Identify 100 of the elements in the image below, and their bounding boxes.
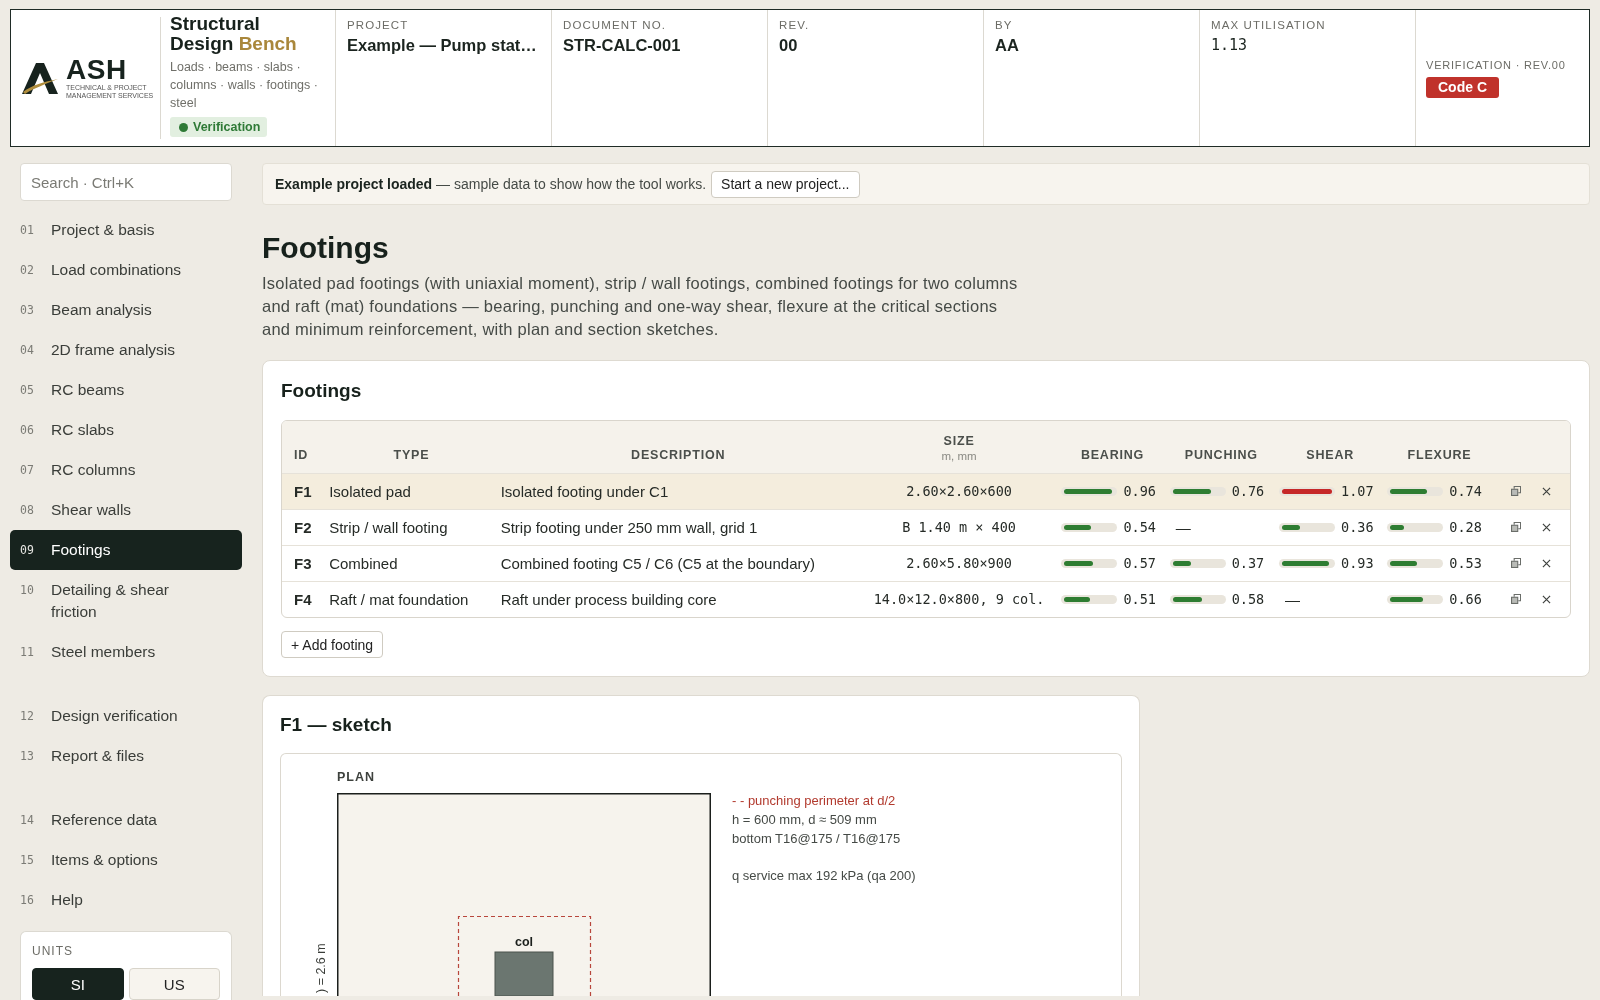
utilisation-value: 0.36 bbox=[1341, 519, 1374, 535]
table-cell: Combined bbox=[326, 545, 497, 581]
app-title: Structural Design Bench bbox=[170, 14, 298, 54]
utilisation-value: 0.51 bbox=[1123, 591, 1156, 608]
nav-item[interactable]: 15 Items & options bbox=[10, 840, 242, 880]
column-header: DESCRIPTION bbox=[630, 446, 727, 463]
footing-row[interactable]: F2 Strip / wall footing Strip footing under 250 mm wall, grid 1 B 1.40 m × 400 0.54 — 0.36 0.28 bbox=[282, 509, 1570, 545]
nav-item[interactable]: 10 Detailing & shear friction bbox=[10, 570, 242, 632]
nav-item[interactable]: 01 Project & basis bbox=[10, 210, 242, 250]
utilisation-value: 0.66 bbox=[1449, 591, 1482, 608]
table-cell: F2 bbox=[282, 509, 327, 545]
utilisation-value: 0.28 bbox=[1449, 519, 1482, 535]
column-label: col bbox=[514, 935, 534, 949]
utilisation-value: 0.58 bbox=[1231, 591, 1265, 608]
app-subtitle: Loads · beams · slabs · columns · walls · footings · steel bbox=[170, 59, 318, 112]
nav-item[interactable]: 13 Report & files bbox=[10, 736, 242, 776]
column-header: SIZE bbox=[942, 432, 976, 449]
table-cell: F4 bbox=[282, 581, 327, 617]
table-cell: 2.60×5.80×900 bbox=[859, 545, 1059, 581]
footing-row[interactable]: F1 Isolated pad Isolated footing under C1 2.60×2.60×600 0.96 0.76 1.07 0.74 bbox=[282, 473, 1570, 509]
verification-code-badge: Code C bbox=[1426, 77, 1499, 98]
logo-mark-icon bbox=[22, 62, 58, 94]
field-value: 1.13 bbox=[1211, 35, 1249, 55]
add-footing-button[interactable]: + Add footing bbox=[281, 631, 384, 658]
utilisation-value: 1.07 bbox=[1341, 483, 1374, 499]
table-cell: Isolated pad bbox=[326, 473, 497, 509]
table-cell: Combined footing C5 / C6 (C5 at the boundary) bbox=[496, 545, 860, 581]
column-header: PUNCHING bbox=[1183, 446, 1259, 463]
nav-item[interactable]: 05 RC beams bbox=[10, 370, 242, 410]
close-icon[interactable] bbox=[1541, 522, 1551, 532]
field-value: 00 bbox=[779, 35, 799, 55]
nav-item[interactable]: 14 Reference data bbox=[10, 800, 242, 840]
sketch-note: h = 600 mm, d ≈ 509 mm bbox=[732, 811, 878, 829]
dimension-label: ) = 2.6 m bbox=[314, 943, 328, 993]
field-value: STR-CALC-001 bbox=[563, 35, 682, 55]
nav-item[interactable]: 11 Steel members bbox=[10, 632, 242, 672]
table-cell: 14.0×12.0×800, 9 col. bbox=[859, 581, 1059, 617]
table-cell: 2.60×2.60×600 bbox=[859, 473, 1059, 509]
card-title: F1 — sketch bbox=[280, 713, 393, 737]
nav-item[interactable]: 07 RC columns bbox=[10, 450, 242, 490]
nav-item[interactable]: 04 2D frame analysis bbox=[10, 330, 242, 370]
unit-option[interactable]: SI bbox=[32, 968, 124, 1000]
nav-item[interactable]: 08 Shear walls bbox=[10, 490, 242, 530]
column-header: FLEXURE bbox=[1406, 446, 1473, 463]
table-cell: Raft / mat foundation bbox=[326, 581, 497, 617]
nav-item[interactable]: 03 Beam analysis bbox=[10, 290, 242, 330]
nav-item[interactable]: 09 Footings bbox=[10, 530, 242, 570]
column-header: SHEAR bbox=[1305, 446, 1356, 463]
status-label: Verification bbox=[193, 120, 261, 134]
footing-row[interactable]: F3 Combined Combined footing C5 / C6 (C5 at the boundary) 2.60×5.80×900 0.57 0.37 0.93 0.53 bbox=[282, 545, 1570, 581]
table-cell: Strip / wall footing bbox=[326, 509, 497, 545]
sketch-note: bottom T16@175 / T16@175 bbox=[732, 830, 902, 848]
column-unit: m, mm bbox=[940, 448, 978, 463]
copy-icon[interactable] bbox=[1510, 558, 1521, 568]
utilisation-value: 0.53 bbox=[1449, 555, 1482, 571]
field-label: MAX UTILISATION bbox=[1211, 18, 1327, 32]
utilisation-value: 0.74 bbox=[1449, 483, 1482, 499]
nav-item[interactable]: 16 Help bbox=[10, 880, 242, 920]
table-cell: B 1.40 m × 400 bbox=[859, 509, 1059, 545]
utilisation-value: 0.93 bbox=[1341, 555, 1374, 571]
nav-item[interactable]: 02 Load combinations bbox=[10, 250, 242, 290]
field-label: REV. bbox=[779, 18, 811, 32]
close-icon[interactable] bbox=[1541, 486, 1551, 496]
utilisation-value: 0.37 bbox=[1231, 555, 1265, 571]
table-cell: Isolated footing under C1 bbox=[496, 473, 860, 509]
field-label: BY bbox=[995, 18, 1014, 32]
copy-icon[interactable] bbox=[1510, 594, 1521, 605]
search-field[interactable]: Search · Ctrl+K bbox=[20, 163, 232, 201]
empty-value: — bbox=[1175, 518, 1191, 536]
page-description: Isolated pad footings (with uniaxial moment), strip / wall footings, combined footings for two columns and raft (mat) foundations — bearing, punching and one-way shear, flexure at the critical sections and minimum reinforcement, with plan and section sketches. bbox=[262, 273, 1019, 340]
utilisation-value: 0.57 bbox=[1123, 555, 1156, 571]
card-title: Footings bbox=[281, 379, 363, 403]
utilisation-value: 0.76 bbox=[1231, 483, 1265, 499]
units-label: UNITS bbox=[32, 943, 74, 959]
table-cell: F3 bbox=[282, 545, 327, 581]
close-icon[interactable] bbox=[1541, 558, 1551, 568]
utilisation-value: 0.54 bbox=[1123, 519, 1156, 535]
column-header: TYPE bbox=[392, 446, 431, 463]
plan-label: PLAN bbox=[337, 770, 377, 785]
unit-option[interactable]: US bbox=[128, 968, 220, 1000]
close-icon[interactable] bbox=[1541, 594, 1551, 604]
nav-item[interactable]: 12 Design verification bbox=[10, 696, 242, 736]
field-label: DOCUMENT NO. bbox=[563, 18, 668, 32]
utilisation-value: 0.96 bbox=[1123, 483, 1156, 499]
legend-text: - - punching perimeter at d/2 bbox=[732, 792, 897, 810]
field-value: AA bbox=[995, 35, 1020, 55]
column-header: BEARING bbox=[1079, 446, 1146, 463]
table-cell: Strip footing under 250 mm wall, grid 1 bbox=[496, 509, 860, 545]
nav-item[interactable]: 06 RC slabs bbox=[10, 410, 242, 450]
field-label: PROJECT bbox=[347, 18, 410, 32]
copy-icon[interactable] bbox=[1510, 486, 1521, 496]
verification-label: VERIFICATION · REV.00 bbox=[1426, 58, 1567, 72]
table-cell: F1 bbox=[282, 473, 327, 509]
table-cell: Raft under process building core bbox=[496, 581, 860, 617]
empty-value: — bbox=[1285, 590, 1301, 608]
sketch-note: q service max 192 kPa (qa 200) bbox=[732, 867, 916, 885]
footing-row[interactable]: F4 Raft / mat foundation Raft under process building core 14.0×12.0×800, 9 col. 0.51 0.58 — 0.66 bbox=[282, 581, 1570, 617]
copy-icon[interactable] bbox=[1510, 522, 1521, 532]
field-value: Example — Pump stat… bbox=[347, 35, 538, 55]
new-project-button[interactable]: Start a new project... bbox=[711, 170, 860, 198]
